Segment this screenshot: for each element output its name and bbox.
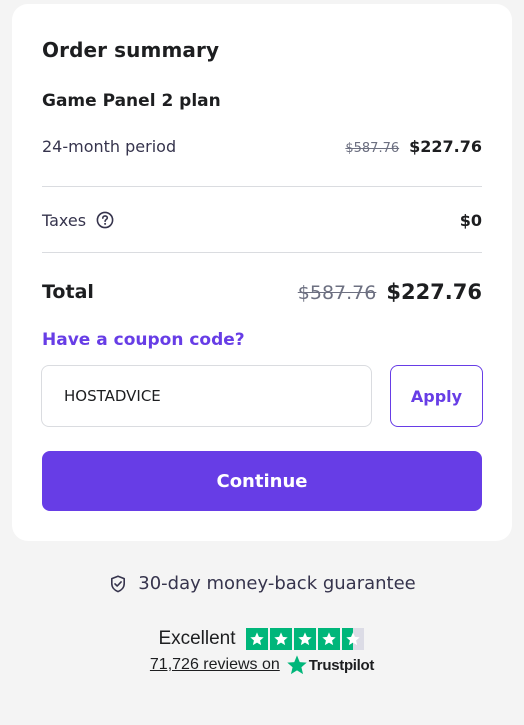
- star-icon: [269, 628, 292, 650]
- rating-stars: [245, 628, 366, 650]
- divider: [42, 252, 482, 253]
- total-row: Total $587.76 $227.76: [42, 276, 482, 308]
- continue-button[interactable]: Continue: [42, 451, 482, 511]
- plan-name: Game Panel 2 plan: [42, 91, 221, 111]
- period-label: 24-month period: [42, 136, 177, 156]
- reviews-link[interactable]: 71,726 reviews on: [150, 656, 280, 674]
- rating-text: Excellent: [158, 628, 236, 649]
- total-new-price: $227.76: [386, 280, 482, 304]
- star-icon: [317, 628, 340, 650]
- coupon-code-link[interactable]: Have a coupon code?: [42, 330, 245, 350]
- divider: [42, 186, 482, 187]
- taxes-left: Taxes: [42, 211, 114, 230]
- taxes-value: $0: [459, 210, 482, 230]
- trustpilot-rating: Excellent: [158, 628, 365, 650]
- trustpilot-logo: Trustpilot: [308, 656, 375, 674]
- coupon-input[interactable]: [41, 365, 372, 427]
- trustpilot-widget: Excellent 71,726 reviews on Trustpilot: [0, 628, 524, 676]
- trustpilot-reviews: 71,726 reviews on Trustpilot: [150, 654, 374, 676]
- period-price: $587.76 $227.76: [345, 137, 482, 156]
- taxes-label: Taxes: [42, 210, 87, 230]
- help-icon[interactable]: [96, 211, 114, 229]
- star-icon: [245, 628, 268, 650]
- taxes-row: Taxes $0: [42, 208, 482, 232]
- period-row: 24-month period $587.76 $227.76: [42, 134, 482, 158]
- period-old-price: $587.76: [345, 140, 400, 156]
- apply-coupon-button[interactable]: Apply: [390, 365, 483, 427]
- shield-check-icon: [108, 574, 128, 594]
- star-icon: [293, 628, 316, 650]
- total-price: $587.76 $227.76: [298, 280, 482, 304]
- total-label: Total: [42, 281, 94, 303]
- order-summary-title: Order summary: [42, 38, 220, 62]
- total-old-price: $587.76: [297, 282, 377, 304]
- period-new-price: $227.76: [409, 136, 482, 156]
- money-back-guarantee: 30-day money-back guarantee: [0, 573, 524, 594]
- half-star-icon: [341, 628, 364, 650]
- guarantee-text: 30-day money-back guarantee: [138, 573, 416, 594]
- trustpilot-star-icon: [286, 654, 308, 676]
- order-summary-card: Order summary Game Panel 2 plan 24-month…: [12, 4, 512, 541]
